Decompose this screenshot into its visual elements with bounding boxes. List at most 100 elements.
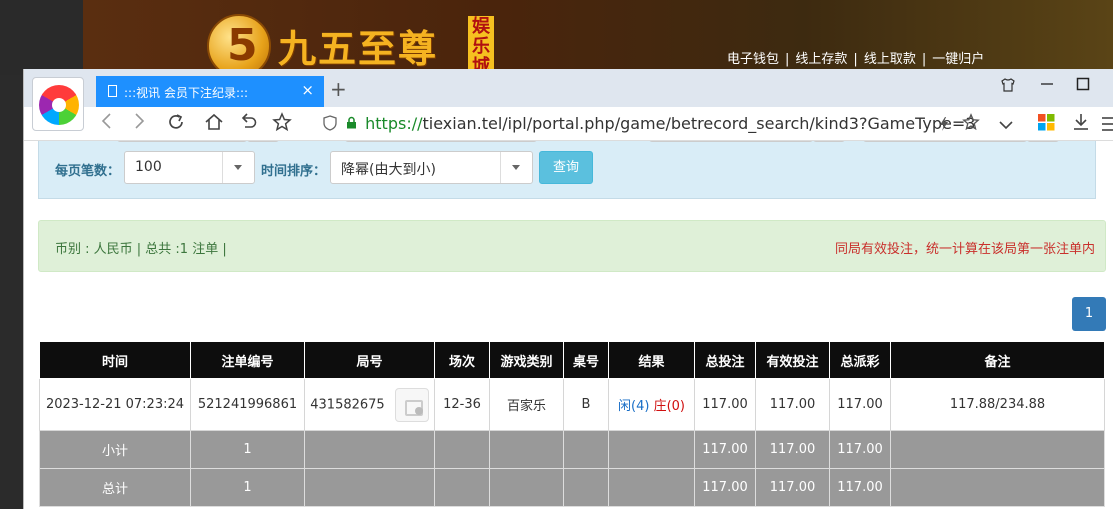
address-toolbar: https://tiexian.tel/ipl/portal.php/game/… <box>24 107 1113 141</box>
minimize-icon[interactable] <box>1040 77 1054 95</box>
browser-logo-icon[interactable] <box>32 77 84 131</box>
col-result: 结果 <box>608 341 695 379</box>
shirt-icon[interactable] <box>1000 77 1016 97</box>
video-replay-icon[interactable] <box>394 387 429 422</box>
cell-round-id: 431582675 <box>310 397 385 412</box>
lightning-icon[interactable] <box>938 115 950 137</box>
col-game-type: 游戏类别 <box>489 341 564 379</box>
summary-bar: 币别 : 人民币 | 总共 :1 注单 | 同局有效投注，统一计算在该局第一张注… <box>38 220 1106 272</box>
sort-select[interactable]: 降幂(由大到小) <box>330 151 533 184</box>
cell-table-no: B <box>563 378 609 431</box>
site-logo-tag: 娱乐城 <box>468 16 494 77</box>
nav-deposit[interactable]: 线上存款 <box>795 52 847 67</box>
cell-payout: 117.00 <box>829 378 891 431</box>
tab-bar: :::视讯 会员下注纪录::: × + <box>24 69 1113 107</box>
page-content: 每页笔数： 100 时间排序： 降幂(由大到小) 查询 币别 : 人民币 | 总… <box>24 141 1113 509</box>
pager-page-1[interactable]: 1 <box>1072 297 1106 331</box>
cell-session: 12-36 <box>434 378 490 431</box>
cell-valid-bet: 117.00 <box>755 378 830 431</box>
clipped-field[interactable] <box>345 141 537 142</box>
browser-window: :::视讯 会员下注纪录::: × + https://tiexian.tel/… <box>23 69 1113 509</box>
col-total-bet: 总投注 <box>694 341 756 379</box>
subtotal-total-bet: 117.00 <box>694 430 756 469</box>
subtotal-valid-bet: 117.00 <box>755 430 830 469</box>
col-time: 时间 <box>39 341 191 379</box>
clipped-field[interactable] <box>649 141 813 142</box>
per-page-value: 100 <box>135 159 162 175</box>
empty-cell <box>304 468 435 507</box>
total-valid-bet: 117.00 <box>755 468 830 507</box>
reload-icon[interactable] <box>166 112 186 137</box>
download-icon[interactable] <box>1072 113 1090 136</box>
tab-bet-record[interactable]: :::视讯 会员下注纪录::: × <box>96 76 324 107</box>
total-label: 总计 <box>39 468 191 507</box>
filter-panel: 每页笔数： 100 时间排序： 降幂(由大到小) 查询 <box>38 141 1096 199</box>
bet-records-table: 时间 注单编号 局号 场次 游戏类别 桌号 结果 总投注 有效投注 总派彩 备注… <box>39 341 1105 507</box>
empty-cell <box>608 430 695 469</box>
forward-icon[interactable] <box>130 112 148 135</box>
subtotal-payout: 117.00 <box>829 430 891 469</box>
subtotal-count: 1 <box>190 430 305 469</box>
lock-icon <box>346 116 361 133</box>
menu-icon[interactable] <box>1102 115 1113 137</box>
address-bar[interactable]: https://tiexian.tel/ipl/portal.php/game/… <box>346 114 975 133</box>
empty-cell <box>608 468 695 507</box>
apps-icon[interactable] <box>1038 114 1055 136</box>
flower-icon <box>39 85 79 125</box>
bookmark-icon[interactable] <box>962 113 980 136</box>
query-button[interactable]: 查询 <box>539 151 593 184</box>
logo-glyph: 5 <box>227 20 258 71</box>
nav-separator: | <box>785 52 790 67</box>
col-bet-id: 注单编号 <box>190 341 305 379</box>
cell-game-type: 百家乐 <box>489 378 564 431</box>
sort-value: 降幂(由大到小) <box>341 162 436 178</box>
table-row: 2023-12-21 07:23:24 521241996861 4315826… <box>39 378 1105 431</box>
per-page-select[interactable]: 100 <box>124 151 255 184</box>
clipped-caret[interactable] <box>247 141 279 142</box>
empty-cell <box>489 468 564 507</box>
summary-left: 币别 : 人民币 | 总共 :1 注单 | <box>55 242 227 257</box>
clipped-caret[interactable] <box>813 141 845 142</box>
col-table-no: 桌号 <box>563 341 609 379</box>
result-banker: 庄(0) <box>653 399 685 414</box>
chevron-down-icon <box>222 152 254 183</box>
col-payout: 总派彩 <box>829 341 891 379</box>
clipped-field[interactable] <box>863 141 1027 142</box>
total-count: 1 <box>190 468 305 507</box>
summary-note: 同局有效投注，统一计算在该局第一张注单内 <box>834 242 1095 257</box>
col-round-id: 局号 <box>304 341 435 379</box>
clipped-caret[interactable] <box>1027 141 1059 142</box>
result-player: 闲(4) <box>618 399 650 414</box>
subtotal-label: 小计 <box>39 430 191 469</box>
nav-wallet[interactable]: 电子钱包 <box>727 52 779 67</box>
clipped-field[interactable] <box>117 141 247 142</box>
shield-icon[interactable] <box>323 115 337 135</box>
cell-round: 431582675 <box>304 378 435 431</box>
cell-total-bet-link[interactable]: 117.00 <box>694 378 756 431</box>
empty-cell <box>489 430 564 469</box>
back-icon[interactable] <box>98 112 116 135</box>
col-session: 场次 <box>434 341 490 379</box>
cell-bet-id: 521241996861 <box>190 378 305 431</box>
total-row: 总计 1 117.00 117.00 117.00 <box>39 468 1105 507</box>
close-icon[interactable]: × <box>301 81 314 99</box>
empty-cell <box>434 468 490 507</box>
home-icon[interactable] <box>204 112 224 137</box>
nav-transfer-all[interactable]: 一键归户 <box>932 52 984 67</box>
sort-label: 时间排序： <box>261 164 327 179</box>
cell-time: 2023-12-21 07:23:24 <box>39 378 191 431</box>
cell-result: 闲(4) 庄(0) <box>608 378 695 431</box>
nav-withdraw[interactable]: 线上取款 <box>864 52 916 67</box>
nav-separator: | <box>853 52 858 67</box>
maximize-icon[interactable] <box>1076 77 1090 95</box>
chevron-down-icon <box>500 152 532 183</box>
site-nav: 电子钱包 | 线上存款 | 线上取款 | 一键归户 <box>727 48 984 67</box>
undo-icon[interactable] <box>238 112 258 137</box>
empty-cell <box>434 430 490 469</box>
url-text: tiexian.tel/ipl/portal.php/game/betrecor… <box>422 114 976 133</box>
chevron-down-icon[interactable] <box>998 115 1014 137</box>
url-scheme: https:// <box>365 114 423 133</box>
new-tab-button[interactable]: + <box>330 77 347 101</box>
star-icon[interactable] <box>272 112 292 137</box>
per-page-label: 每页笔数： <box>55 164 121 179</box>
